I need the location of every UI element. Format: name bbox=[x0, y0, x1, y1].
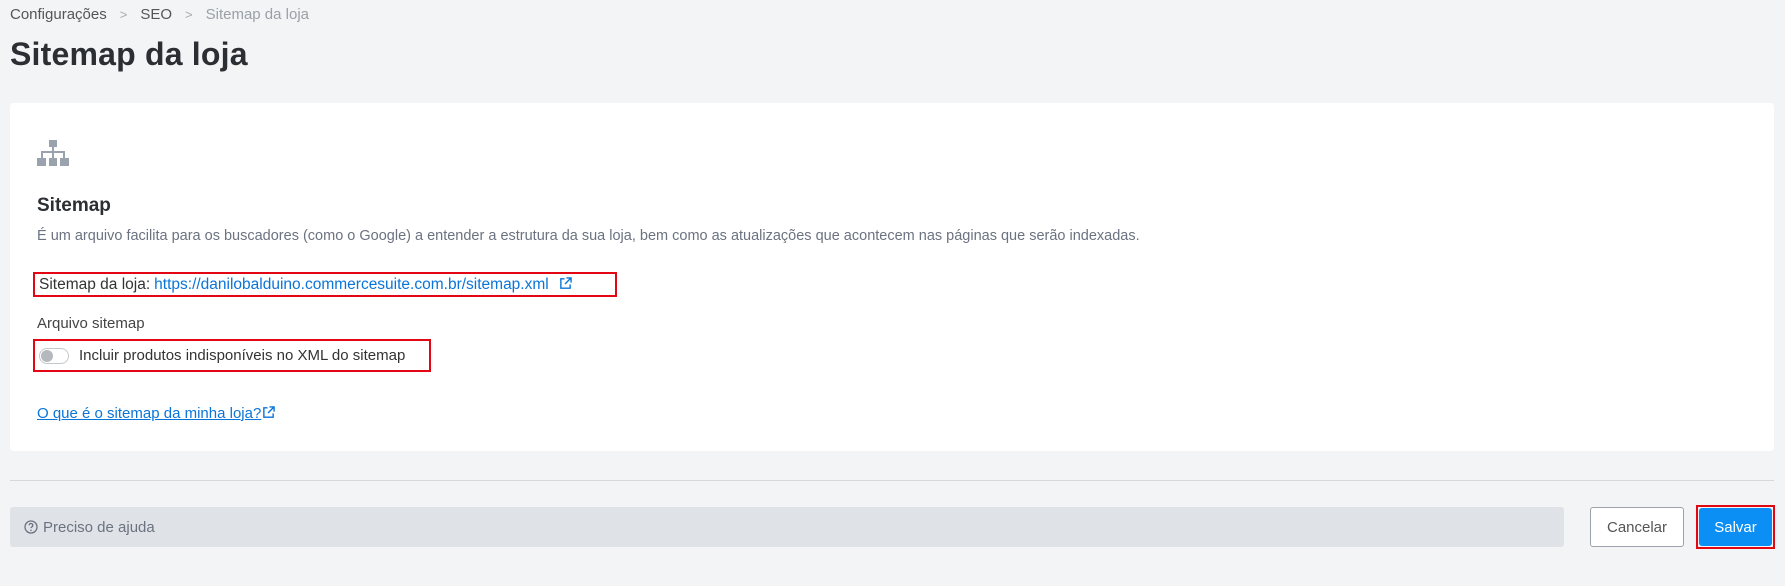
sitemap-url-label: Sitemap da loja: bbox=[39, 275, 151, 293]
breadcrumb-current: Sitemap da loja bbox=[205, 6, 310, 23]
include-unavailable-toggle-row: Incluir produtos indisponíveis no XML do… bbox=[33, 339, 431, 372]
breadcrumb-separator: > bbox=[185, 7, 193, 22]
question-circle-icon bbox=[24, 520, 38, 534]
card-title: Sitemap bbox=[37, 195, 111, 216]
arquivo-sitemap-label: Arquivo sitemap bbox=[37, 315, 145, 332]
save-button[interactable]: Salvar bbox=[1699, 508, 1772, 546]
page-title: Sitemap da loja bbox=[10, 36, 248, 72]
help-bar[interactable]: Preciso de ajuda bbox=[10, 507, 1564, 547]
what-is-sitemap-link[interactable]: O que é o sitemap da minha loja? bbox=[37, 405, 276, 422]
include-unavailable-label[interactable]: Incluir produtos indisponíveis no XML do… bbox=[79, 347, 405, 364]
save-button-highlight: Salvar bbox=[1696, 505, 1775, 549]
external-link-icon bbox=[263, 406, 276, 418]
breadcrumb-seo[interactable]: SEO bbox=[140, 6, 172, 23]
help-text: Preciso de ajuda bbox=[43, 518, 155, 536]
sitemap-url-row: Sitemap da loja: https://danilobalduino.… bbox=[33, 272, 617, 297]
breadcrumb-configuracoes[interactable]: Configurações bbox=[10, 6, 107, 23]
sitemap-url-text: https://danilobalduino.commercesuite.com… bbox=[154, 275, 549, 293]
card-description: É um arquivo facilita para os buscadores… bbox=[37, 228, 1140, 244]
sitemap-card: Sitemap É um arquivo facilita para os bu… bbox=[10, 103, 1774, 451]
divider bbox=[10, 480, 1774, 481]
what-is-sitemap-text: O que é o sitemap da minha loja? bbox=[37, 405, 262, 422]
breadcrumb: Configurações > SEO > Sitemap da loja bbox=[10, 6, 309, 23]
sitemap-url-link[interactable]: https://danilobalduino.commercesuite.com… bbox=[154, 276, 572, 294]
external-link-icon bbox=[560, 276, 572, 289]
breadcrumb-separator: > bbox=[119, 7, 128, 22]
cancel-button[interactable]: Cancelar bbox=[1590, 507, 1684, 547]
sitemap-icon bbox=[37, 140, 69, 166]
include-unavailable-toggle[interactable] bbox=[39, 347, 69, 364]
toggle-knob bbox=[41, 349, 53, 362]
